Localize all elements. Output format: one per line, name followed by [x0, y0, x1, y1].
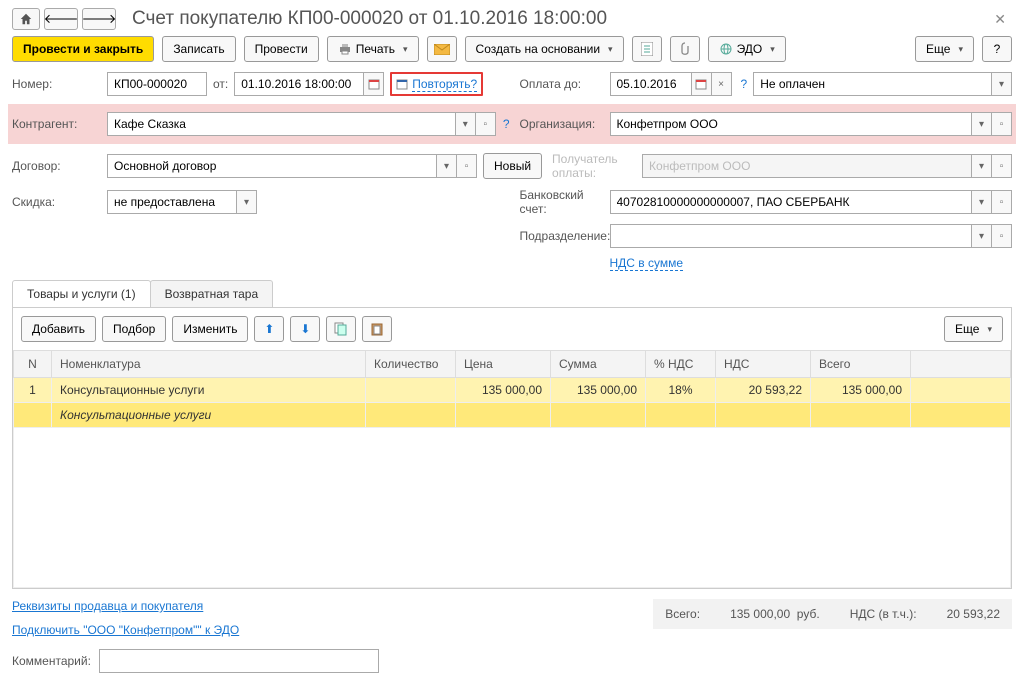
- move-down-button[interactable]: ⬇: [290, 316, 320, 342]
- open-icon[interactable]: ▫: [992, 112, 1012, 136]
- bank-label: Банковский счет:: [520, 188, 600, 216]
- totals-bar: Всего: 135 000,00 руб. НДС (в т.ч.): 20 …: [653, 599, 1012, 629]
- number-input[interactable]: [107, 72, 207, 96]
- dropdown-icon[interactable]: ▾: [992, 72, 1012, 96]
- dropdown-icon[interactable]: ▾: [972, 224, 992, 248]
- select-button[interactable]: Подбор: [102, 316, 166, 342]
- open-icon[interactable]: ▫: [992, 154, 1012, 178]
- add-row-button[interactable]: Добавить: [21, 316, 96, 342]
- col-price: Цена: [456, 351, 551, 378]
- counterparty-input[interactable]: [107, 112, 456, 136]
- open-icon[interactable]: ▫: [992, 224, 1012, 248]
- home-button[interactable]: [12, 8, 40, 30]
- dropdown-icon[interactable]: ▾: [972, 190, 992, 214]
- tab-goods[interactable]: Товары и услуги (1): [12, 280, 151, 307]
- calendar-period-icon: [396, 78, 408, 90]
- envelope-icon: [434, 44, 450, 55]
- pay-until-input[interactable]: [610, 72, 692, 96]
- dropdown-icon[interactable]: ▾: [437, 154, 457, 178]
- col-sum: Сумма: [551, 351, 646, 378]
- col-blank: [911, 351, 1011, 378]
- table-row[interactable]: 1 Консультационные услуги 135 000,00 135…: [14, 378, 1011, 403]
- contract-input[interactable]: [107, 154, 437, 178]
- globe-icon: [719, 43, 733, 55]
- comment-label: Комментарий:: [12, 654, 91, 668]
- calendar-icon[interactable]: [364, 72, 384, 96]
- new-contract-button[interactable]: Новый: [483, 153, 542, 179]
- clear-icon[interactable]: ×: [712, 72, 732, 96]
- copy-icon: [334, 322, 348, 336]
- more-button[interactable]: Еще: [915, 36, 974, 62]
- close-icon[interactable]: ✕: [988, 9, 1012, 30]
- create-based-button[interactable]: Создать на основании: [465, 36, 624, 62]
- open-icon[interactable]: ▫: [992, 190, 1012, 214]
- edo-button[interactable]: ЭДО: [708, 36, 786, 62]
- items-table: N Номенклатура Количество Цена Сумма % Н…: [13, 350, 1011, 588]
- printer-icon: [338, 43, 352, 55]
- col-vat: НДС: [716, 351, 811, 378]
- vat-mode-link[interactable]: НДС в сумме: [610, 256, 684, 271]
- change-button[interactable]: Изменить: [172, 316, 248, 342]
- calendar-icon[interactable]: [692, 72, 712, 96]
- page-title: Счет покупателю КП00-000020 от 01.10.201…: [132, 8, 607, 30]
- repeat-link[interactable]: Повторять?: [412, 77, 477, 92]
- table-more-button[interactable]: Еще: [944, 316, 1003, 342]
- discount-label: Скидка:: [12, 195, 97, 209]
- discount-select[interactable]: [107, 190, 237, 214]
- col-n: N: [14, 351, 52, 378]
- from-label: от:: [213, 77, 228, 91]
- paperclip-icon: [680, 42, 690, 56]
- col-vat-pct: % НДС: [646, 351, 716, 378]
- pay-until-label: Оплата до:: [520, 77, 600, 91]
- report-button[interactable]: [632, 36, 662, 62]
- comment-input[interactable]: [99, 649, 379, 673]
- col-qty: Количество: [366, 351, 456, 378]
- org-label: Организация:: [520, 117, 600, 131]
- post-and-close-button[interactable]: Провести и закрыть: [12, 36, 154, 62]
- dropdown-icon: ▾: [972, 154, 992, 178]
- attach-button[interactable]: [670, 36, 700, 62]
- document-icon: [641, 42, 653, 56]
- forward-button[interactable]: 🡒: [82, 8, 116, 30]
- open-icon[interactable]: ▫: [457, 154, 477, 178]
- division-input[interactable]: [610, 224, 973, 248]
- payee-label: Получатель оплаты:: [552, 152, 632, 180]
- move-up-button[interactable]: ⬆: [254, 316, 284, 342]
- col-total: Всего: [811, 351, 911, 378]
- tab-tara[interactable]: Возвратная тара: [150, 280, 274, 307]
- connect-edo-link[interactable]: Подключить "ООО "Конфетпром"" к ЭДО: [12, 623, 239, 637]
- date-input[interactable]: [234, 72, 364, 96]
- help-counterparty-link[interactable]: ?: [503, 117, 510, 131]
- save-button[interactable]: Записать: [162, 36, 235, 62]
- open-icon[interactable]: ▫: [476, 112, 496, 136]
- print-button[interactable]: Печать: [327, 36, 419, 62]
- org-input[interactable]: [610, 112, 973, 136]
- number-label: Номер:: [12, 77, 97, 91]
- seller-details-link[interactable]: Реквизиты продавца и покупателя: [12, 599, 239, 613]
- dropdown-icon[interactable]: ▾: [237, 190, 257, 214]
- col-nomen: Номенклатура: [52, 351, 366, 378]
- table-row-sub[interactable]: Консультационные услуги: [14, 403, 1011, 428]
- email-button[interactable]: [427, 36, 457, 62]
- counterparty-label: Контрагент:: [12, 117, 97, 131]
- repeat-frame: Повторять?: [390, 72, 483, 96]
- paste-button[interactable]: [362, 316, 392, 342]
- help-date-link[interactable]: ?: [741, 77, 748, 91]
- dropdown-icon[interactable]: ▾: [972, 112, 992, 136]
- payee-input: [642, 154, 972, 178]
- dropdown-icon[interactable]: ▾: [456, 112, 476, 136]
- clipboard-icon: [370, 322, 384, 336]
- division-label: Подразделение:: [520, 229, 600, 243]
- post-button[interactable]: Провести: [244, 36, 319, 62]
- back-button[interactable]: 🡐: [44, 8, 78, 30]
- copy-button[interactable]: [326, 316, 356, 342]
- bank-input[interactable]: [610, 190, 973, 214]
- contract-label: Договор:: [12, 159, 97, 173]
- help-button[interactable]: ?: [982, 36, 1012, 62]
- status-select[interactable]: [753, 72, 992, 96]
